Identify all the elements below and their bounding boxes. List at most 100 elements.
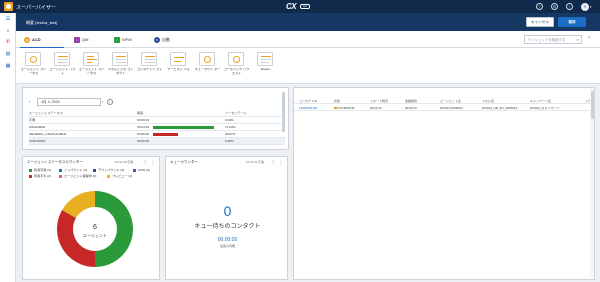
scrollbar[interactable] <box>281 88 285 149</box>
table-row[interactable]: AVAILABLE 00:24:03 71.03% <box>29 124 285 131</box>
status-cell: UNKNOWN <box>29 139 46 143</box>
agent-name-cell: 9c4014,(620623) <box>440 106 463 110</box>
settings-icon[interactable]: ⚙ <box>551 3 558 10</box>
list-widget-icon <box>54 52 70 66</box>
column-header: 期間 <box>137 111 144 115</box>
expand-icon[interactable]: ⛶ <box>272 160 275 165</box>
chevron-right-icon[interactable]: › <box>102 99 103 104</box>
duration-cell: 00:00:00 <box>137 139 150 143</box>
dashboard-name[interactable]: 概要 (test1a_test) <box>26 20 57 26</box>
queue-counter-widget: キューカウンター 10:11:11 午後 ⛶ ⋮ 0 キュー待ちのコンタクト 0… <box>165 156 288 280</box>
brand-logo: CX <box>286 2 297 11</box>
cancel-button[interactable]: キャンセル <box>526 17 554 27</box>
widget-tile-label: エージェント ステータス <box>78 68 105 75</box>
start-time-cell: 00:00:13 <box>370 106 382 110</box>
help-icon[interactable]: ? <box>536 3 543 10</box>
column-header[interactable]: エージェント名 <box>440 98 461 104</box>
acd-icon: ◎ <box>24 36 30 43</box>
tab-acd[interactable]: ◎ ACD <box>20 31 64 48</box>
top-bar: スーパーバイザー CX one ? ⚙ ! Y ▾ <box>0 0 600 13</box>
table-row[interactable]: GENERAL_UNAVAILABLE 00:09:48 28.97% <box>29 131 285 138</box>
save-button[interactable]: 保存 <box>558 17 586 27</box>
more-icon[interactable]: ⋮ <box>151 160 155 165</box>
widget-tile-service-level[interactable]: サービスレ ベル <box>165 52 192 80</box>
left-nav-rail: ☰ ⌕ ✆ ▤ ▦ <box>0 13 16 282</box>
chevron-down-icon[interactable]: ▾ <box>590 5 592 9</box>
duration-cell: 00:00:00 <box>137 118 150 122</box>
widget-tile-contact-list[interactable]: コンタクトリ スト <box>136 52 163 80</box>
widget-tile-contacts-by-skill[interactable]: スキルごとの コンタクト <box>107 52 134 80</box>
widget-title: エージェントステータスカウンター <box>27 160 83 164</box>
column-header[interactable]: 状態 <box>334 98 340 104</box>
widget-tile-label: コールバック リクエスト <box>223 68 250 75</box>
contact-list-widget: コンタクトID 状態 スタート時刻 連絡時間 エージェント名 スキル名 キャンペ… <box>293 87 596 280</box>
tab-wfm[interactable]: ✓ WFM <box>110 31 150 48</box>
date-picker[interactable]: 4月 4, 2024 <box>37 98 101 106</box>
bars-widget-icon <box>83 52 99 66</box>
callback-widget-icon <box>228 52 244 66</box>
tab-qm[interactable]: ▪ QM <box>70 31 110 48</box>
phone-icon[interactable]: ✆ <box>4 39 12 46</box>
search-placeholder: ウィジェットを検索する <box>528 38 566 42</box>
widget-tile-agent-status-list[interactable]: エージェント ステータス <box>78 52 105 80</box>
donut-widget-icon <box>25 52 41 66</box>
legend-item[interactable]: 利用不可 (2) <box>29 174 51 178</box>
campaign-name-cell: 9c4014_キャンペーン <box>530 106 560 110</box>
agent-status-counter-widget: エージェントステータスカウンター 10:11:16 午後 ⛶ ⋮ 利用可能 (3… <box>22 156 160 280</box>
column-header[interactable]: スキル名 <box>482 98 494 104</box>
table-row[interactable]: UNKNOWN 00:00:00 0.00% <box>29 138 285 145</box>
table-widget-icon <box>141 52 157 66</box>
widget-tile-report[interactable]: Report <box>252 52 279 80</box>
widget-tile-queue-counter[interactable]: キューカウン ター <box>194 52 221 80</box>
widget-tile-callback-requests[interactable]: コールバック リクエスト <box>223 52 250 80</box>
status-dot-icon <box>334 106 337 109</box>
chevron-left-icon[interactable]: ‹ <box>29 99 30 104</box>
percent-cell: 28.97% <box>225 132 236 136</box>
widget-tile-agent-list[interactable]: エージェント リスト <box>49 52 76 80</box>
state-cell: OUTBOUND <box>334 105 355 111</box>
table-row[interactable]: 不明 00:00:00 0.00% <box>29 117 285 124</box>
search-icon[interactable]: ⌕ <box>4 28 12 35</box>
duration-cell: 00:09:48 <box>137 132 150 136</box>
legend-item[interactable]: 利用可能 (3) <box>29 168 51 172</box>
widget-tile-label: スキルごとの コンタクト <box>107 68 134 75</box>
tab-label: 自動 <box>162 37 170 42</box>
table-row[interactable]: 1999022079a OUTBOUND 00:00:13 00:00:13 9… <box>294 105 596 111</box>
widget-tile-label: キューカウン ター <box>194 68 221 71</box>
agent-total: 6 <box>93 224 97 231</box>
close-icon[interactable]: × <box>588 35 591 41</box>
info-icon[interactable]: i <box>107 98 113 105</box>
reports-icon[interactable]: ▦ <box>4 63 12 70</box>
widget-tile-label: エージェント リスト <box>49 68 76 75</box>
widget-search-input[interactable]: ウィジェットを検索する ⌕ <box>524 35 582 44</box>
legend-item[interactable]: インバウンド (0) <box>59 168 87 172</box>
app-logo-icon[interactable] <box>4 2 13 11</box>
agent-total-label: エージェント <box>83 233 107 238</box>
column-header[interactable]: キャンペーン名 <box>530 98 551 104</box>
legend-item[interactable]: エージェント保留中 (0) <box>59 174 96 178</box>
legend-item[interactable]: ACW (0) <box>133 168 150 172</box>
widget-tile-agent-status[interactable]: エージェント ステータス <box>20 52 47 80</box>
longest-wait-caption: 最長の待機 <box>219 244 235 248</box>
dashboard-icon[interactable]: ▤ <box>4 51 12 58</box>
qm-icon: ▪ <box>74 36 80 43</box>
widget-tile-label: サービスレ ベル <box>167 68 190 71</box>
column-header[interactable]: コンタクトID <box>299 98 317 104</box>
expand-icon[interactable]: ⛶ <box>144 160 147 165</box>
column-header[interactable]: 連絡時間 <box>405 98 417 104</box>
contact-id-link[interactable]: 1999022079a <box>299 105 317 111</box>
menu-icon[interactable]: ☰ <box>4 16 12 23</box>
percent-bar <box>153 133 178 136</box>
brand-badge: one <box>300 4 310 9</box>
more-icon[interactable]: ⋮ <box>279 160 283 165</box>
notification-icon[interactable]: ! <box>566 3 573 10</box>
status-cell: 不明 <box>29 118 36 122</box>
legend-item[interactable]: プレビュー (1) <box>107 174 132 178</box>
scrollbar[interactable] <box>590 88 594 278</box>
column-header[interactable]: スタート時刻 <box>370 98 388 104</box>
table-header: コンタクトID 状態 スタート時刻 連絡時間 エージェント名 スキル名 キャンペ… <box>294 98 596 104</box>
longest-wait-time: 00:00:00 <box>217 237 238 243</box>
legend-item[interactable]: アウトバウンド (0) <box>93 168 124 172</box>
tab-automation[interactable]: ↻ 自動 <box>150 31 190 48</box>
avatar[interactable]: Y <box>581 2 589 11</box>
